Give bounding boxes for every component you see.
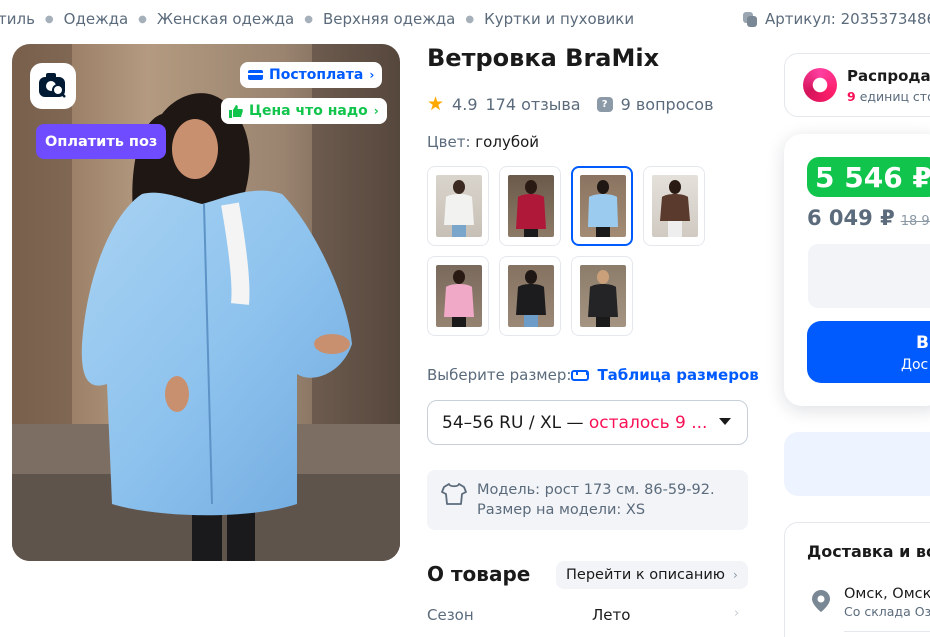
color-value: голубой — [475, 133, 539, 151]
buy-label: В — [916, 333, 929, 353]
breadcrumb: тиль ● Одежда ● Женская одежда ● Верхняя… — [0, 10, 634, 28]
add-to-cart-button[interactable]: В Дос — [807, 321, 930, 383]
chevron-right-icon: › — [732, 568, 738, 582]
breadcrumb-item[interactable]: Куртки и пуховики — [484, 10, 634, 28]
size-prompt: Выберите размер: — [427, 366, 572, 384]
caret-down-icon — [719, 418, 731, 425]
model-line: Размер на модели: XS — [477, 502, 646, 518]
badge-label: Постоплата — [269, 67, 364, 83]
postpay-badge[interactable]: Постоплата › — [240, 62, 383, 88]
variant-thumb-white[interactable] — [427, 166, 489, 246]
variant-thumb-pink[interactable] — [427, 256, 489, 336]
sale-title: Распродаж — [847, 67, 930, 85]
article-number[interactable]: Артикул: 2035373486 — [741, 10, 930, 28]
badge-label: Цена что надо — [249, 103, 368, 119]
color-label-text: Цвет: — [427, 133, 471, 151]
price-badge[interactable]: Цена что надо › — [221, 98, 387, 124]
about-title: О товаре — [427, 562, 531, 586]
variant-thumb-black[interactable] — [499, 256, 561, 336]
location-pin-icon — [812, 590, 830, 612]
size-table-link[interactable]: Таблица размеров — [571, 366, 759, 384]
shirt-icon — [441, 483, 467, 505]
variant-thumb-crimson[interactable] — [499, 166, 561, 246]
delivery-card — [784, 522, 930, 637]
divider — [844, 631, 930, 632]
current-price: 5 546 ₽ — [807, 157, 930, 197]
pay-later-button[interactable]: Оплатить поз — [36, 124, 167, 159]
sale-sub-text: единиц сто — [859, 89, 930, 104]
season-label: Сезон — [427, 606, 474, 624]
buy-sublabel: Дос — [901, 357, 929, 373]
sale-count: 9 — [847, 89, 856, 104]
camera-search-icon — [39, 73, 66, 98]
sale-card[interactable]: Распродаж 9 единиц сто — [784, 53, 930, 117]
rating-value: 4.9 — [452, 94, 478, 114]
questions-count[interactable]: 9 вопросов — [621, 95, 714, 114]
model-line: Модель: рост 173 см. 86-59-92. — [477, 482, 715, 498]
breadcrumb-separator: ● — [44, 13, 54, 25]
article-text: Артикул: 2035373486 — [765, 10, 930, 28]
reviews-count[interactable]: 174 отзыва — [486, 95, 581, 114]
old-price-row: 6 049 ₽ 18 900 — [807, 206, 930, 230]
goto-label: Перейти к описанию — [566, 567, 725, 583]
size-row: Выберите размер: Таблица размеров — [427, 366, 759, 384]
card-icon — [248, 70, 263, 80]
old-price: 6 049 ₽ — [807, 206, 895, 230]
breadcrumb-separator: ● — [465, 13, 475, 25]
question-icon: ? — [596, 96, 613, 112]
variant-thumb-black-print[interactable] — [571, 256, 633, 336]
size-table-label: Таблица размеров — [597, 366, 759, 384]
breadcrumb-item[interactable]: Женская одежда — [157, 10, 294, 28]
breadcrumb-item[interactable]: тиль — [0, 10, 35, 28]
chevron-right-icon[interactable]: › — [734, 606, 739, 621]
copy-icon[interactable] — [741, 11, 757, 27]
chevron-right-icon: › — [373, 104, 379, 118]
delivery-title: Доставка и во — [807, 542, 930, 561]
color-label: Цвет: голубой — [427, 133, 539, 151]
delivery-city[interactable]: Омск, Омск — [844, 586, 930, 602]
thumbs-up-icon — [229, 105, 243, 118]
size-select[interactable]: 54–56 RU / XL — осталось 9 ... — [427, 400, 748, 445]
rating-row[interactable]: ★ 4.9 174 отзыва ? 9 вопросов — [427, 93, 714, 115]
product-title: Ветровка BraMix — [427, 44, 660, 72]
goto-description-button[interactable]: Перейти к описанию › — [556, 561, 748, 589]
ruler-icon — [571, 369, 590, 381]
model-info: Модель: рост 173 см. 86-59-92. Размер на… — [427, 470, 748, 530]
size-stock-left: осталось 9 ... — [588, 412, 708, 433]
breadcrumb-item[interactable]: Одежда — [64, 10, 128, 28]
season-value: Лето — [592, 606, 631, 624]
breadcrumb-separator: ● — [304, 13, 313, 25]
delivery-source: Со склада Оз — [844, 604, 930, 619]
breadcrumb-separator: ● — [138, 13, 147, 25]
promo-card[interactable] — [784, 432, 930, 496]
star-icon: ★ — [427, 93, 445, 115]
installment-box — [808, 244, 930, 308]
size-selected: 54–56 RU / XL — — [442, 412, 584, 433]
search-by-photo-button[interactable] — [30, 63, 76, 109]
sale-logo-icon — [803, 68, 837, 102]
variant-thumb-brown[interactable] — [643, 166, 705, 246]
chevron-right-icon: › — [369, 68, 375, 82]
variant-thumb-light-blue[interactable] — [571, 166, 633, 246]
breadcrumb-item[interactable]: Верхняя одежда — [323, 10, 455, 28]
original-price: 18 900 — [900, 214, 930, 229]
sale-subtitle: 9 единиц сто — [847, 89, 930, 104]
